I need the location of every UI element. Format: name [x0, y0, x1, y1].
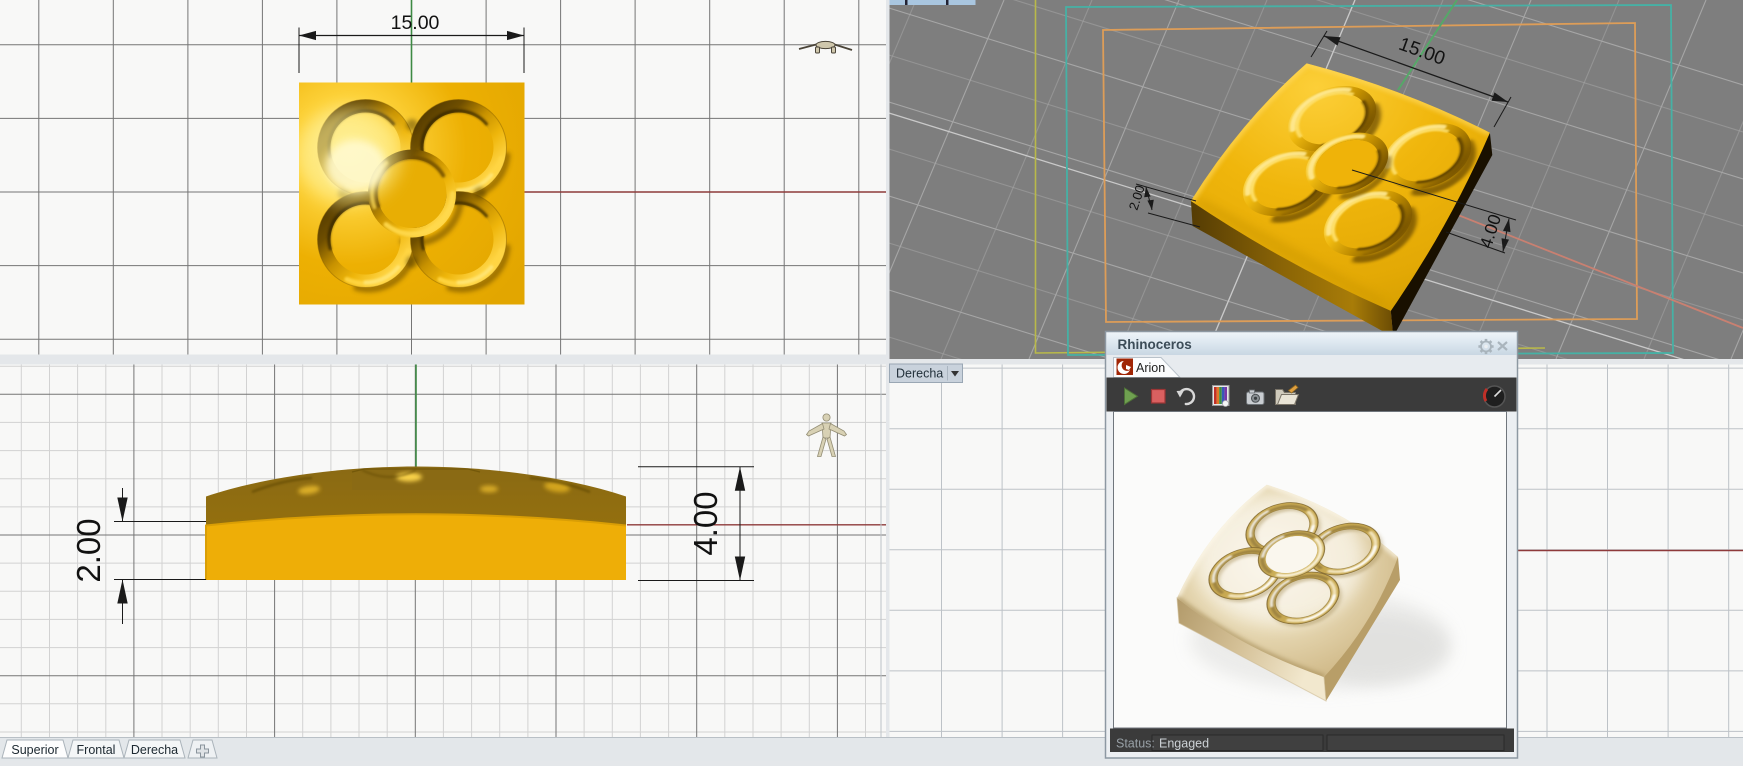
svg-text:15.00: 15.00 — [391, 12, 440, 34]
svg-text:Derecha: Derecha — [131, 743, 178, 757]
svg-text:Rhinoceros: Rhinoceros — [1118, 337, 1192, 352]
svg-text:Status:: Status: — [1116, 737, 1155, 751]
svg-text:Engaged: Engaged — [1159, 737, 1209, 751]
svg-text:Frontal: Frontal — [77, 743, 116, 757]
svg-text:Derecha: Derecha — [896, 367, 943, 381]
svg-text:Arion: Arion — [1136, 361, 1165, 375]
svg-text:Superior: Superior — [11, 743, 58, 757]
svg-text:2.00: 2.00 — [70, 518, 107, 582]
svg-text:4.00: 4.00 — [687, 491, 724, 555]
